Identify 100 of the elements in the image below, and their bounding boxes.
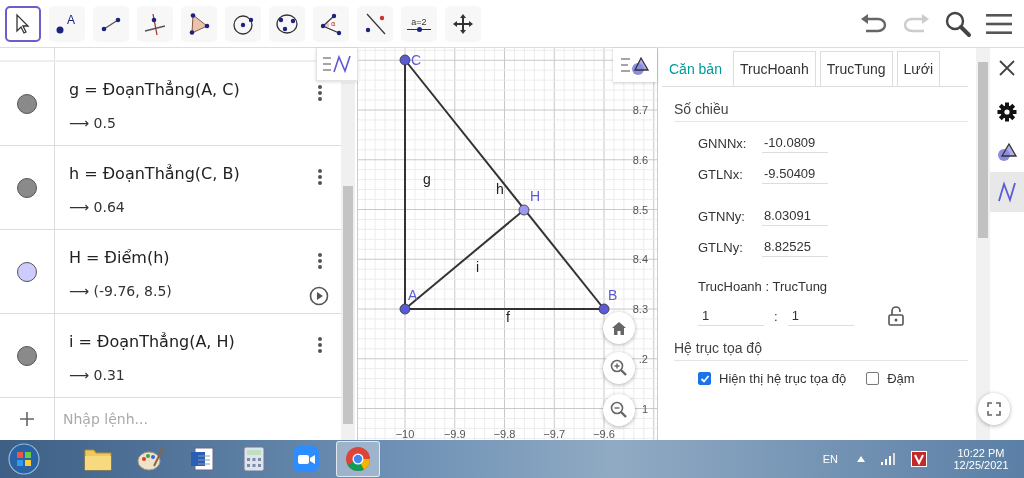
settings-tab[interactable]: TrucHoanh xyxy=(732,51,816,86)
plus-icon[interactable] xyxy=(20,412,34,426)
zoom-out-button[interactable] xyxy=(603,394,635,426)
more-options-icon[interactable] xyxy=(317,336,323,354)
axis-tick-label: 8.7 xyxy=(632,104,648,116)
segment-label: g xyxy=(423,171,431,187)
zoom-in-button[interactable] xyxy=(603,352,635,384)
tool-button[interactable] xyxy=(137,5,173,42)
start-button[interactable] xyxy=(8,443,40,475)
fullscreen-button[interactable] xyxy=(978,393,1010,425)
taskbar-app[interactable] xyxy=(336,441,380,477)
document-icon xyxy=(189,446,215,472)
point[interactable] xyxy=(518,204,530,216)
segment-label: h xyxy=(496,181,504,197)
point[interactable] xyxy=(399,303,411,315)
algebra-definition: h = ĐoạnThẳng(C, B) xyxy=(69,164,240,183)
point[interactable] xyxy=(399,54,411,66)
tool-button[interactable] xyxy=(5,5,41,42)
menu-icon[interactable] xyxy=(986,12,1012,35)
browser-icon xyxy=(344,445,372,473)
tool-button[interactable] xyxy=(269,5,305,42)
field-label: GTLNy: xyxy=(698,239,744,255)
perpendicular-lines-icon xyxy=(143,11,167,36)
section-title: Số chiều xyxy=(674,101,968,122)
point-label: C xyxy=(411,52,422,68)
algebra-value: ⟶ 0.31 xyxy=(69,367,125,383)
more-options-icon[interactable] xyxy=(317,252,323,270)
axis-tick-label: −9.6 xyxy=(593,428,615,440)
point[interactable] xyxy=(598,303,610,315)
field-label: TrucHoanh : TrucTung xyxy=(698,279,829,294)
tool-button[interactable] xyxy=(93,5,129,42)
clock-time[interactable]: 10:22 PM xyxy=(957,447,1005,459)
checkbox[interactable] xyxy=(866,372,880,385)
home-button[interactable] xyxy=(603,312,635,344)
checkbox[interactable] xyxy=(698,372,711,385)
tool-button[interactable] xyxy=(225,5,261,42)
unlocked-padlock-icon[interactable] xyxy=(887,306,904,326)
visibility-dot[interactable] xyxy=(17,345,37,366)
axis-tick-label: 8.5 xyxy=(632,203,648,216)
tool-button[interactable] xyxy=(445,5,481,42)
section-title: Hệ trục tọa độ xyxy=(674,340,968,361)
home-icon xyxy=(612,321,626,335)
graph-icon xyxy=(997,181,1017,203)
signal-icon[interactable] xyxy=(881,453,895,465)
axis-tick-label: −10 xyxy=(395,428,415,440)
zoom-in-icon xyxy=(610,359,628,377)
algebra-value: ⟶ (-9.76, 8.5) xyxy=(69,283,172,299)
tool-button[interactable]: a=2 xyxy=(401,5,437,42)
circle-icon xyxy=(275,11,299,36)
zoom-out-icon xyxy=(610,401,628,419)
more-options-icon[interactable] xyxy=(317,84,323,102)
visibility-dot[interactable] xyxy=(17,93,37,114)
graph-icon xyxy=(322,54,352,74)
tool-button[interactable] xyxy=(357,5,393,42)
scrollbar[interactable] xyxy=(341,82,355,440)
style-bar-button[interactable] xyxy=(613,48,657,82)
axis-tick-label: 8.6 xyxy=(632,153,648,166)
algebra-definition: g = ĐoạnThẳng(A, C) xyxy=(69,80,240,99)
reflect-icon xyxy=(363,11,387,36)
axis-tick-label: .2 xyxy=(638,352,648,365)
segment-label: i xyxy=(476,259,480,275)
visibility-dot[interactable] xyxy=(17,177,37,198)
palette-icon xyxy=(136,446,164,472)
point-label: A xyxy=(408,287,418,303)
more-options-icon[interactable] xyxy=(317,168,323,186)
separator-text: : xyxy=(774,308,778,324)
axis-tick-label: 1 xyxy=(641,402,648,415)
settings-tab[interactable]: Lưới xyxy=(896,51,940,86)
visibility-dot[interactable] xyxy=(17,261,37,282)
axis-tick-label: 8.4 xyxy=(632,253,648,266)
algebra-definition: i = ĐoạnThẳng(A, H) xyxy=(69,332,235,351)
axis-tick-label: −9.7 xyxy=(543,428,566,440)
tool-button[interactable] xyxy=(181,5,217,42)
scrollbar[interactable] xyxy=(976,48,990,440)
clock-date[interactable]: 12/25/2021 xyxy=(953,459,1009,471)
search-icon[interactable] xyxy=(944,9,972,38)
axis-tick-label: 8.3 xyxy=(632,303,648,315)
undo-icon[interactable] xyxy=(860,12,888,35)
checkbox-label: Hiện thị hệ trục tọa độ xyxy=(719,371,847,386)
antivirus-icon[interactable] xyxy=(911,451,927,467)
triangle-icon xyxy=(187,11,211,36)
shapes-icon xyxy=(996,142,1018,162)
graph-toggle-button[interactable] xyxy=(316,48,358,81)
algebra-definition: H = Điểm(h) xyxy=(69,248,170,267)
segment-label: f xyxy=(506,309,510,325)
tool-button[interactable]: A xyxy=(49,5,85,42)
field-label: GTNNy: xyxy=(698,208,746,224)
field-label: GTLNx: xyxy=(698,166,744,182)
field-label: GNNNx: xyxy=(698,135,748,151)
algebra-value: ⟶ 0.5 xyxy=(69,115,116,131)
point-label: H xyxy=(530,188,541,204)
calculator-icon xyxy=(243,446,265,472)
close-icon[interactable] xyxy=(999,60,1015,76)
settings-tab[interactable]: TrucTung xyxy=(819,51,893,86)
caret-icon[interactable] xyxy=(857,456,865,462)
point-label: B xyxy=(608,287,618,303)
checkbox-label: Đậm xyxy=(887,371,915,386)
play-icon[interactable] xyxy=(309,286,329,306)
settings-icon xyxy=(997,102,1017,122)
folder-icon xyxy=(83,446,113,472)
